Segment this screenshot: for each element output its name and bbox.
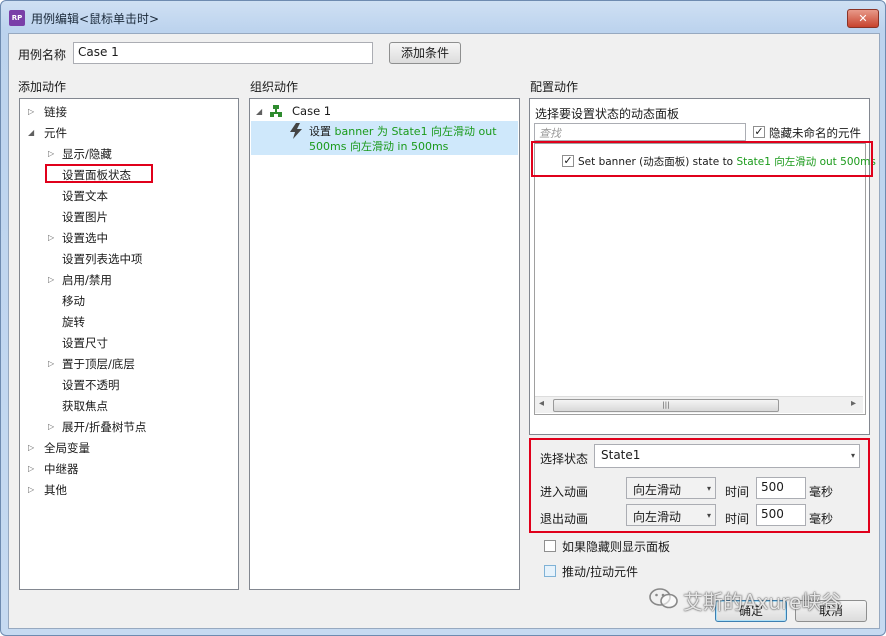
expand-arrow-icon[interactable]: ▷ <box>28 443 34 452</box>
action-tree-item[interactable]: 全局变量 <box>44 440 90 456</box>
select-panel-label: 选择要设置状态的动态面板 <box>535 107 680 121</box>
action-tree-item[interactable]: 旋转 <box>62 314 85 330</box>
action-tree-item[interactable]: 链接 <box>44 104 67 120</box>
action-tree-item[interactable]: 获取焦点 <box>62 398 108 414</box>
scroll-thumb[interactable]: ||| <box>553 399 779 412</box>
action-tree-item[interactable]: 展开/折叠树节点 <box>62 419 146 435</box>
case-name-label: 用例名称 <box>18 48 67 62</box>
action-tree-item[interactable]: 元件 <box>44 125 67 141</box>
title-bar[interactable]: RP 用例编辑<鼠标单击时> ✕ <box>1 1 885 33</box>
expand-arrow-icon[interactable]: ▷ <box>48 359 54 368</box>
search-input[interactable]: 查找 <box>534 123 746 141</box>
show-if-hidden-checkbox[interactable] <box>544 540 556 552</box>
highlight-state-settings <box>529 438 870 533</box>
lightning-icon <box>290 123 302 139</box>
watermark: 艾斯的Axure峡谷 <box>649 584 879 614</box>
expand-arrow-icon[interactable]: ▷ <box>48 233 54 242</box>
panel-list: ✓ Set banner (动态面板) state to State1 向左滑动… <box>534 143 876 415</box>
case-label[interactable]: Case 1 <box>292 104 331 118</box>
hide-unnamed-label: 隐藏未命名的元件 <box>769 126 861 140</box>
horizontal-scrollbar[interactable]: ◂ ||| ▸ <box>535 396 863 413</box>
window-title: 用例编辑<鼠标单击时> <box>31 12 160 26</box>
selected-action-row[interactable]: 设置 banner 为 State1 向左滑动 out 500ms 向左滑动 i… <box>251 121 518 155</box>
action-tree-item[interactable]: 其他 <box>44 482 67 498</box>
expand-arrow-icon[interactable]: ▷ <box>28 107 34 116</box>
expand-arrow-icon[interactable]: ◢ <box>28 128 34 137</box>
hide-unnamed-checkbox[interactable]: ✓ <box>753 126 765 138</box>
scroll-left-icon[interactable]: ◂ <box>539 398 544 409</box>
dialog-window: RP 用例编辑<鼠标单击时> ✕ 用例名称 Case 1 添加条件 添加动作 组… <box>0 0 886 636</box>
organize-action-tree: ◢ Case 1 设置 banner 为 State1 向左滑动 out 500… <box>249 98 520 590</box>
add-condition-button[interactable]: 添加条件 <box>389 42 461 64</box>
push-pull-label: 推动/拉动元件 <box>562 565 639 579</box>
action-tree-item[interactable]: 设置文本 <box>62 188 108 204</box>
expand-arrow-icon[interactable]: ▷ <box>28 485 34 494</box>
action-tree-item[interactable]: 设置尺寸 <box>62 335 108 351</box>
organize-action-header: 组织动作 <box>250 80 299 94</box>
expand-arrow-icon[interactable]: ▷ <box>48 422 54 431</box>
action-line-1: 设置 banner 为 State1 向左滑动 out <box>309 125 497 138</box>
case-name-input[interactable]: Case 1 <box>73 42 373 64</box>
action-tree-item[interactable]: 设置列表选中项 <box>62 251 143 267</box>
wechat-icon <box>649 588 678 609</box>
close-button[interactable]: ✕ <box>847 9 879 28</box>
add-action-header: 添加动作 <box>18 80 67 94</box>
action-tree-item[interactable]: 设置图片 <box>62 209 108 225</box>
app-icon: RP <box>9 10 25 26</box>
action-tree-item[interactable]: 置于顶层/底层 <box>62 356 135 372</box>
push-pull-checkbox[interactable] <box>544 565 556 577</box>
action-tree-item[interactable]: 移动 <box>62 293 85 309</box>
scroll-right-icon[interactable]: ▸ <box>851 398 856 409</box>
show-if-hidden-label: 如果隐藏则显示面板 <box>562 540 671 554</box>
case-expand-icon[interactable]: ◢ <box>256 107 262 116</box>
configure-action-header: 配置动作 <box>530 80 579 94</box>
action-line-2: 500ms 向左滑动 in 500ms <box>309 140 449 153</box>
case-icon <box>270 105 282 117</box>
dialog-body: 用例名称 Case 1 添加条件 添加动作 组织动作 配置动作 ▷ 链接 ◢ 元件 ▷ 显… <box>8 33 880 629</box>
expand-arrow-icon[interactable]: ▷ <box>48 149 54 158</box>
expand-arrow-icon[interactable]: ▷ <box>28 464 34 473</box>
action-tree-item[interactable]: 中继器 <box>44 461 79 477</box>
action-tree-item[interactable]: 显示/隐藏 <box>62 146 112 162</box>
action-tree-item[interactable]: 设置选中 <box>62 230 108 246</box>
highlight-set-panel-state <box>45 164 153 183</box>
action-tree-item[interactable]: 启用/禁用 <box>62 272 112 288</box>
watermark-text: 艾斯的Axure峡谷 <box>683 590 842 614</box>
expand-arrow-icon[interactable]: ▷ <box>48 275 54 284</box>
action-tree-item[interactable]: 设置不透明 <box>62 377 120 393</box>
highlight-panel-row <box>531 141 873 177</box>
